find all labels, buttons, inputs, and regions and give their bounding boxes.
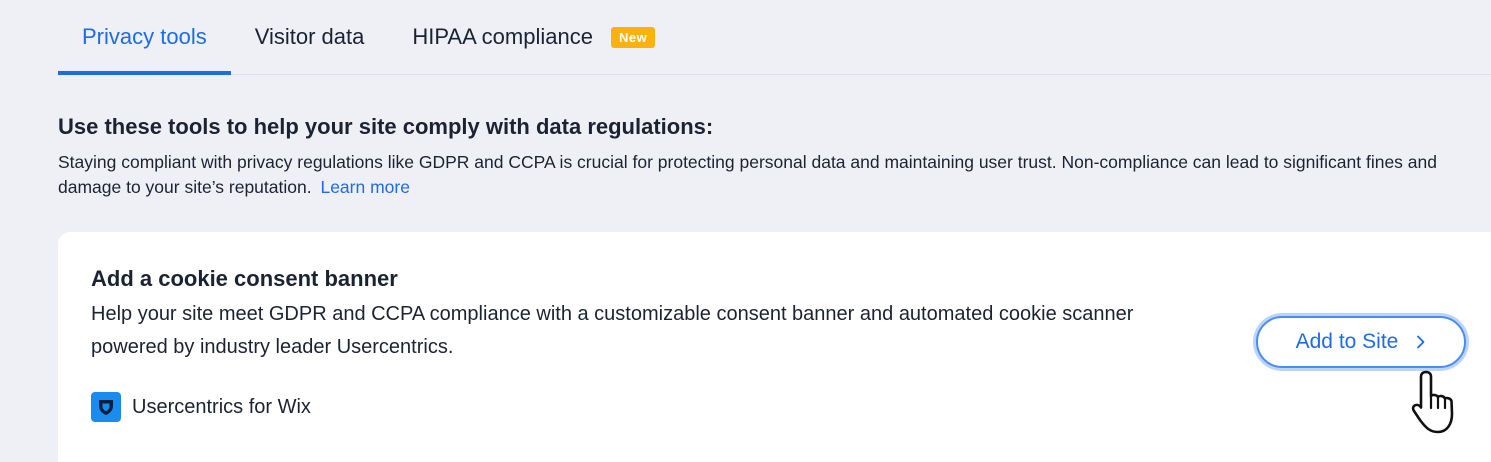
tab-label: Privacy tools bbox=[82, 24, 207, 49]
shield-icon bbox=[91, 392, 121, 422]
cookie-consent-card: Add a cookie consent banner Help your si… bbox=[58, 232, 1491, 462]
chevron-right-icon bbox=[1416, 335, 1426, 349]
card-title: Add a cookie consent banner bbox=[91, 266, 398, 291]
section-description: Staying compliant with privacy regulatio… bbox=[58, 150, 1468, 200]
tab-label: Visitor data bbox=[254, 24, 365, 49]
tab-visitor-data[interactable]: Visitor data bbox=[231, 0, 389, 74]
hand-pointer-cursor-icon bbox=[1411, 370, 1454, 434]
add-to-site-label: Add to Site bbox=[1295, 330, 1399, 353]
provider-row: Usercentrics for Wix bbox=[91, 392, 311, 422]
tab-privacy-tools[interactable]: Privacy tools bbox=[58, 0, 231, 75]
section-heading: Use these tools to help your site comply… bbox=[58, 114, 714, 139]
add-to-site-button[interactable]: Add to Site bbox=[1256, 316, 1466, 368]
card-description: Help your site meet GDPR and CCPA compli… bbox=[91, 303, 1134, 358]
section-description-text: Staying compliant with privacy regulatio… bbox=[58, 152, 1437, 197]
new-badge: New bbox=[610, 26, 656, 48]
tab-label: HIPAA compliance bbox=[412, 24, 593, 49]
learn-more-link[interactable]: Learn more bbox=[320, 177, 410, 197]
tab-hipaa-compliance[interactable]: HIPAA compliance New bbox=[388, 0, 679, 74]
provider-name: Usercentrics for Wix bbox=[132, 395, 311, 418]
tab-bar: Privacy tools Visitor data HIPAA complia… bbox=[58, 0, 1491, 75]
